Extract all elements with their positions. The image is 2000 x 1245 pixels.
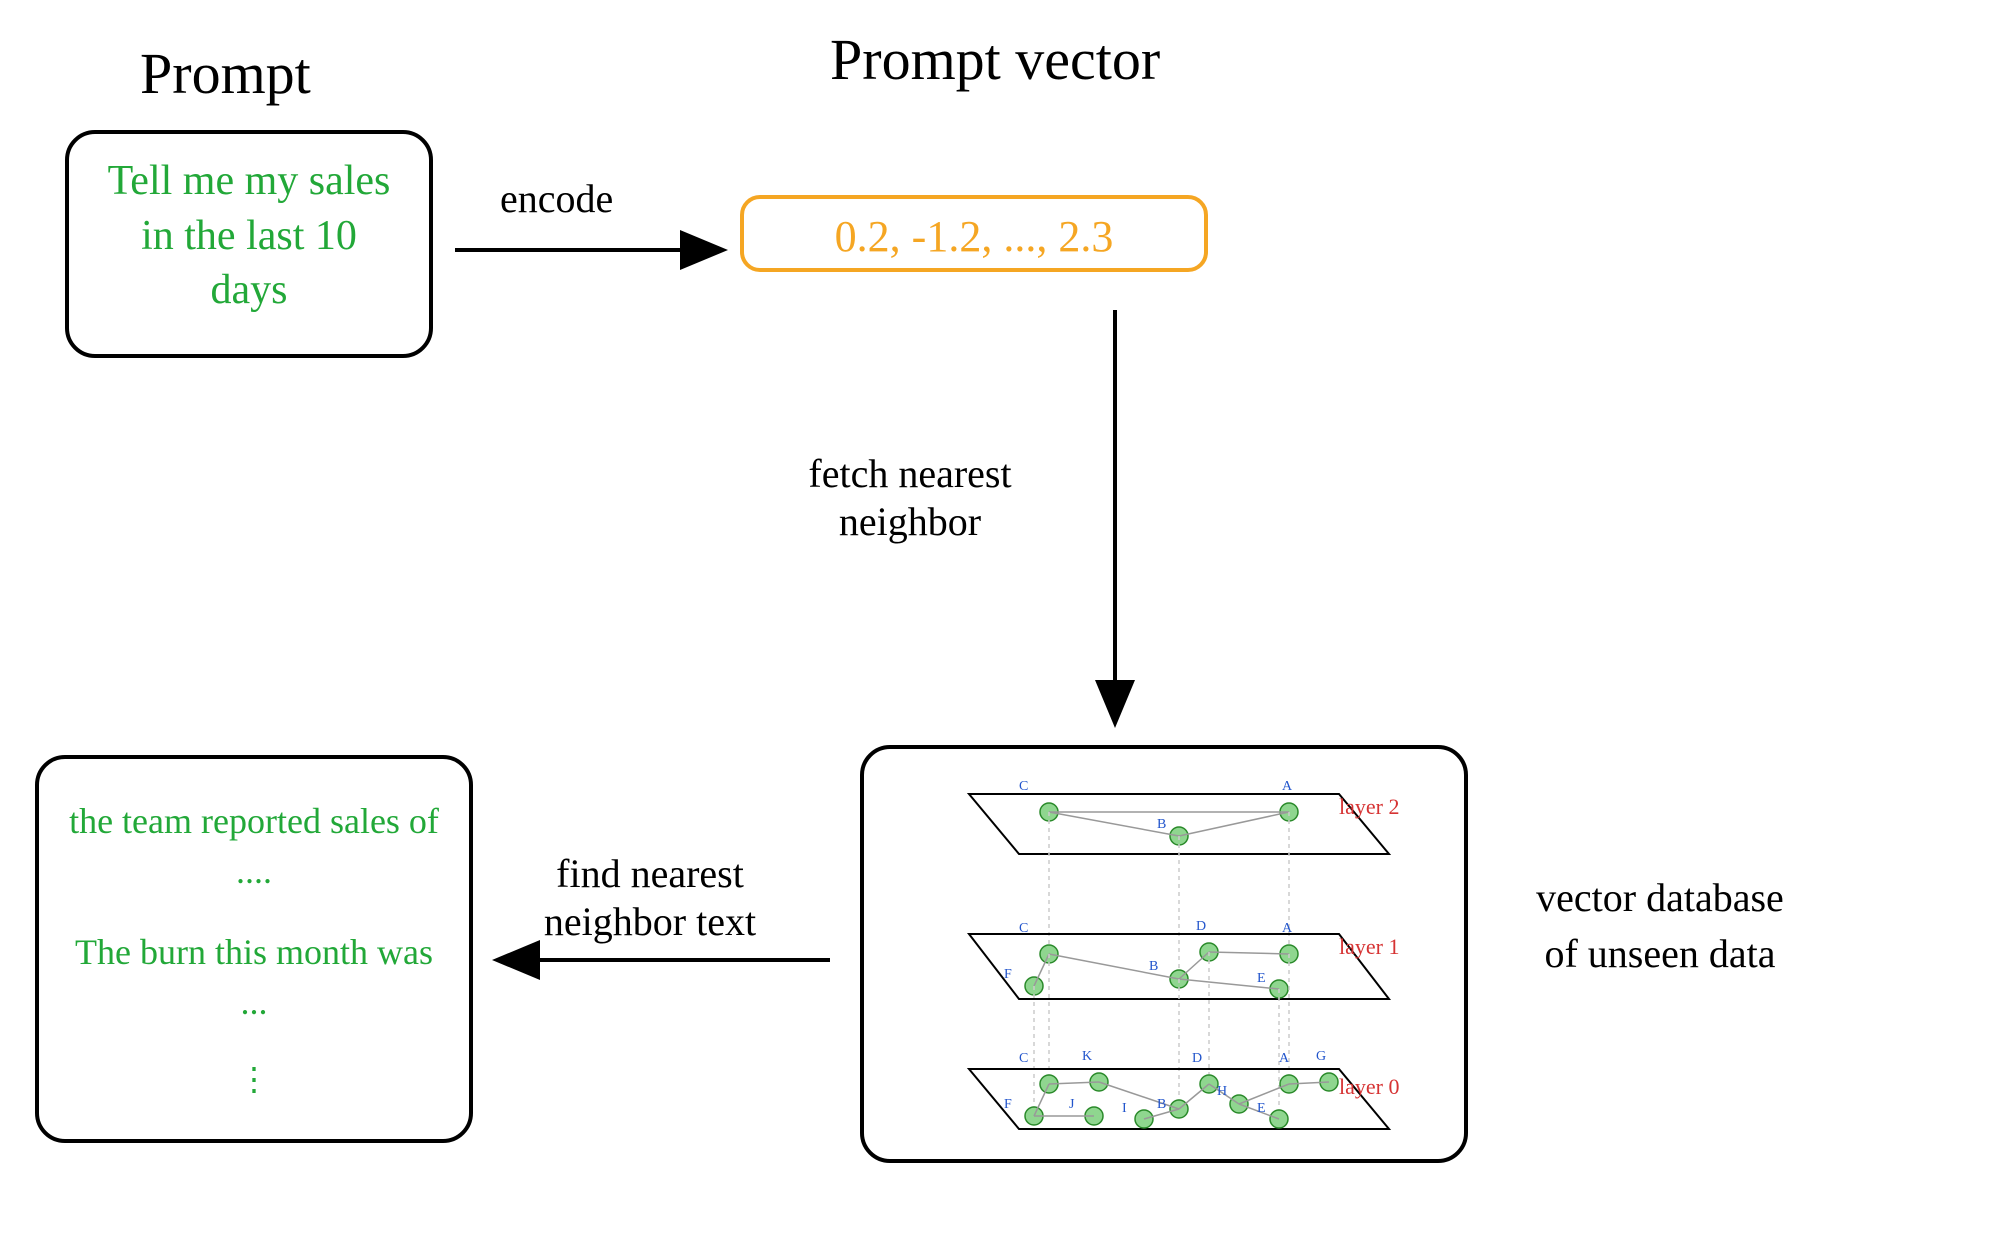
node-j-l0: J bbox=[1069, 1097, 1074, 1113]
node-e-l0: E bbox=[1257, 1101, 1266, 1117]
node-k-l0: K bbox=[1082, 1049, 1092, 1065]
node-c-l0: C bbox=[1019, 1051, 1028, 1067]
result-line-1: the team reported sales of .... bbox=[69, 796, 439, 897]
layer-1-label: layer 1 bbox=[1339, 934, 1399, 960]
node-a-l2: A bbox=[1282, 779, 1292, 795]
database-label: vector database of unseen data bbox=[1520, 870, 1800, 982]
node-i-l0: I bbox=[1122, 1101, 1127, 1117]
result-line-2: The burn this month was ... bbox=[69, 927, 439, 1028]
vector-title: Prompt vector bbox=[830, 25, 1160, 95]
node-d-l0: D bbox=[1192, 1051, 1202, 1067]
result-dots: ⋮ bbox=[69, 1057, 439, 1102]
result-box: the team reported sales of .... The burn… bbox=[35, 755, 473, 1143]
vector-box: 0.2, -1.2, ..., 2.3 bbox=[740, 195, 1208, 272]
layer-2-label: layer 2 bbox=[1339, 794, 1399, 820]
node-b-l0: B bbox=[1157, 1097, 1166, 1113]
node-c-l2: C bbox=[1019, 779, 1028, 795]
prompt-text: Tell me my sales in the last 10 days bbox=[108, 158, 391, 313]
node-a-l1: A bbox=[1282, 921, 1292, 937]
node-h-l0: H bbox=[1217, 1084, 1227, 1100]
node-a-l0: A bbox=[1279, 1051, 1289, 1067]
node-f-l1: F bbox=[1004, 967, 1012, 983]
layer-0-label: layer 0 bbox=[1339, 1074, 1399, 1100]
node-b-l2: B bbox=[1157, 817, 1166, 833]
node-d-l1: D bbox=[1196, 919, 1206, 935]
encode-label: encode bbox=[500, 175, 613, 223]
prompt-title: Prompt bbox=[140, 40, 311, 107]
node-e-l1: E bbox=[1257, 971, 1266, 987]
diagram-container: Prompt Prompt vector Tell me my sales in… bbox=[0, 0, 2000, 1245]
node-f-l0: F bbox=[1004, 1097, 1012, 1113]
node-b-l1: B bbox=[1149, 959, 1158, 975]
database-box: layer 2 layer 1 layer 0 C B A C F B D A … bbox=[860, 745, 1468, 1163]
find-label: find nearest neighbor text bbox=[520, 850, 780, 946]
node-c-l1: C bbox=[1019, 921, 1028, 937]
vector-text: 0.2, -1.2, ..., 2.3 bbox=[835, 212, 1114, 261]
node-g-l0: G bbox=[1316, 1049, 1326, 1065]
fetch-label: fetch nearest neighbor bbox=[770, 450, 1050, 546]
prompt-box: Tell me my sales in the last 10 days bbox=[65, 130, 433, 358]
